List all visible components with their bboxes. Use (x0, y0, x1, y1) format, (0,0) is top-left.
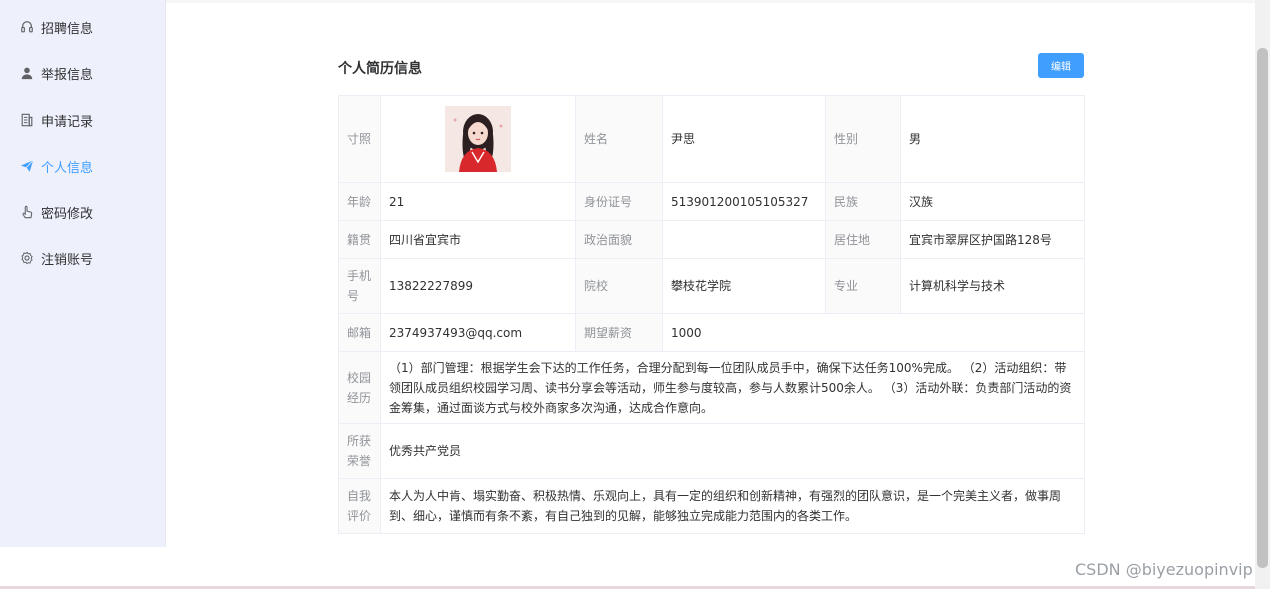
photo-label: 寸照 (338, 95, 381, 183)
table-row: 邮箱 2374937493@qq.com 期望薪资 1000 (338, 313, 1085, 352)
phone-value: 13822227899 (380, 258, 576, 314)
origin-label: 籍贯 (338, 220, 381, 259)
salary-label: 期望薪资 (575, 313, 663, 352)
scrollbar-thumb[interactable] (1257, 48, 1268, 568)
self-eval-label: 自我评价 (338, 478, 381, 534)
ethnicity-label: 民族 (825, 182, 901, 221)
honor-label: 所获荣誉 (338, 423, 381, 479)
self-eval-value: 本人为人中肯、塌实勤奋、积极热情、乐观向上，具有一定的组织和创新精神，有强烈的团… (380, 478, 1085, 534)
name-label: 姓名 (575, 95, 663, 183)
edit-button[interactable]: 编辑 (1038, 53, 1084, 78)
email-label: 邮箱 (338, 313, 381, 352)
sidebar-item-password[interactable]: 密码修改 (20, 202, 93, 222)
gender-label: 性别 (825, 95, 901, 183)
campus-value: （1）部门管理：根据学生会下达的工作任务，合理分配到每一位团队成员手中，确保下达… (380, 351, 1085, 424)
sidebar-item-label: 注销账号 (41, 252, 94, 268)
user-icon (20, 66, 34, 80)
age-label: 年龄 (338, 182, 381, 221)
sidebar-item-reports[interactable]: 举报信息 (20, 63, 93, 83)
sidebar-item-cancel-account[interactable]: 注销账号 (20, 248, 93, 268)
sidebar-item-label: 申请记录 (41, 114, 94, 130)
avatar-illustration (445, 106, 511, 172)
name-value: 尹思 (662, 95, 826, 183)
political-label: 政治面貌 (575, 220, 663, 259)
honor-value: 优秀共产党员 (380, 423, 1085, 479)
table-row: 籍贯 四川省宜宾市 政治面貌 居住地 宜宾市翠屏区护国路128号 (338, 220, 1085, 259)
salary-value: 1000 (662, 313, 1085, 352)
origin-value: 四川省宜宾市 (380, 220, 576, 259)
sidebar-item-profile[interactable]: 个人信息 (20, 156, 93, 176)
residence-value: 宜宾市翠屏区护国路128号 (900, 220, 1085, 259)
email-value: 2374937493@qq.com (380, 313, 576, 352)
ethnicity-value: 汉族 (900, 182, 1085, 221)
table-row: 寸照 姓名 尹思 性别 男 (338, 95, 1085, 183)
table-row: 自我评价 本人为人中肯、塌实勤奋、积极热情、乐观向上，具有一定的组织和创新精神，… (338, 478, 1085, 534)
sidebar-item-label: 招聘信息 (41, 21, 94, 37)
sidebar-item-jobs[interactable]: 招聘信息 (20, 17, 93, 37)
school-value: 攀枝花学院 (662, 258, 826, 314)
campus-label: 校园经历 (338, 351, 381, 424)
table-row: 年龄 21 身份证号 513901200105105327 民族 汉族 (338, 182, 1085, 221)
id-label: 身份证号 (575, 182, 663, 221)
headset-icon (20, 20, 34, 34)
age-value: 21 (380, 182, 576, 221)
table-row: 手机号 13822227899 院校 攀枝花学院 专业 计算机科学与技术 (338, 258, 1085, 314)
document-icon (20, 113, 34, 127)
table-row: 所获荣誉 优秀共产党员 (338, 423, 1085, 479)
table-row: 校园经历 （1）部门管理：根据学生会下达的工作任务，合理分配到每一位团队成员手中… (338, 351, 1085, 424)
top-divider (166, 0, 1255, 3)
gear-icon (20, 251, 34, 265)
residence-label: 居住地 (825, 220, 901, 259)
photo-cell (380, 95, 576, 183)
page-title: 个人简历信息 (338, 61, 422, 77)
major-value: 计算机科学与技术 (900, 258, 1085, 314)
sidebar-item-label: 举报信息 (41, 67, 94, 83)
sidebar-item-applications[interactable]: 申请记录 (20, 110, 93, 130)
watermark: CSDN @biyezuopinvip (1075, 560, 1253, 579)
id-value: 513901200105105327 (662, 182, 826, 221)
resume-table: 寸照 姓名 尹思 性别 男 年龄 21 身份证号 513901200105105… (338, 95, 1085, 534)
pointer-hand-icon (20, 205, 34, 219)
paper-plane-icon (20, 159, 34, 173)
school-label: 院校 (575, 258, 663, 314)
sidebar-item-label: 个人信息 (41, 160, 94, 176)
major-label: 专业 (825, 258, 901, 314)
political-value (662, 220, 826, 259)
sidebar-item-label: 密码修改 (41, 206, 94, 222)
phone-label: 手机号 (338, 258, 381, 314)
sidebar: 招聘信息 举报信息 申请记录 个人信息 密码修改 注销账号 (0, 0, 166, 547)
avatar (445, 106, 511, 172)
gender-value: 男 (900, 95, 1085, 183)
